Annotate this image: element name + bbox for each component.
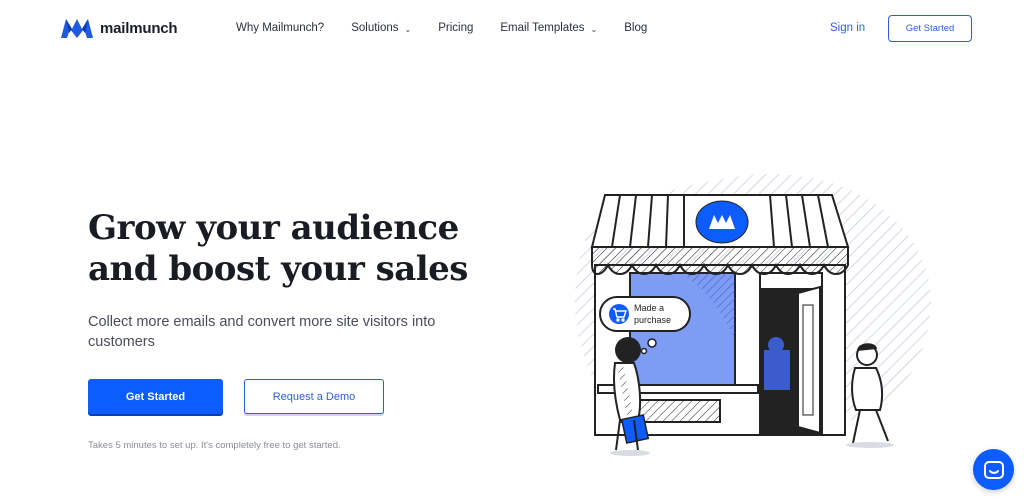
hero-subtitle: Collect more emails and convert more sit… <box>88 314 436 350</box>
nav-label: Pricing <box>438 22 474 34</box>
sign-in-link[interactable]: Sign in <box>830 22 865 34</box>
nav-pricing[interactable]: Pricing <box>438 22 473 34</box>
nav-get-started-button[interactable]: Get Started <box>888 15 972 42</box>
bubble-text-line2: purchase <box>634 315 671 325</box>
brand-name: mailmunch <box>100 19 178 37</box>
main-menu: Why Mailmunch? Solutions ⌄ Pricing Email… <box>236 22 674 34</box>
nav-label: Solutions <box>351 22 399 34</box>
headline-line-2: and boost your sales <box>88 249 468 289</box>
chevron-down-icon: ⌄ <box>404 24 412 34</box>
nav-label: Email Templates <box>500 22 585 34</box>
bubble-text-line1: Made a <box>634 303 664 313</box>
nav-why-mailmunch[interactable]: Why Mailmunch? <box>236 22 324 34</box>
nav-label: Blog <box>624 22 648 34</box>
setup-note: Takes 5 minutes to set up. It's complete… <box>88 440 341 451</box>
top-navigation: mailmunch Why Mailmunch? Solutions ⌄ Pri… <box>0 0 1024 60</box>
request-demo-button[interactable]: Request a Demo <box>244 379 384 414</box>
get-started-button[interactable]: Get Started <box>88 379 223 414</box>
storefront-illustration: Made a purchase <box>575 174 931 456</box>
nav-label: Why Mailmunch? <box>236 22 325 34</box>
brand-logo[interactable]: mailmunch <box>60 16 178 40</box>
mailmunch-logo-icon <box>61 19 93 38</box>
nav-blog[interactable]: Blog <box>624 22 647 34</box>
chat-icon <box>983 460 1004 479</box>
nav-email-templates[interactable]: Email Templates ⌄ <box>500 22 597 34</box>
headline-line-1: Grow your audience <box>88 208 459 248</box>
hero-headline: Grow your audience and boost your sales <box>88 208 468 290</box>
chevron-down-icon: ⌄ <box>590 24 598 34</box>
chat-widget-button[interactable] <box>973 449 1014 490</box>
nav-solutions[interactable]: Solutions ⌄ <box>351 22 411 34</box>
